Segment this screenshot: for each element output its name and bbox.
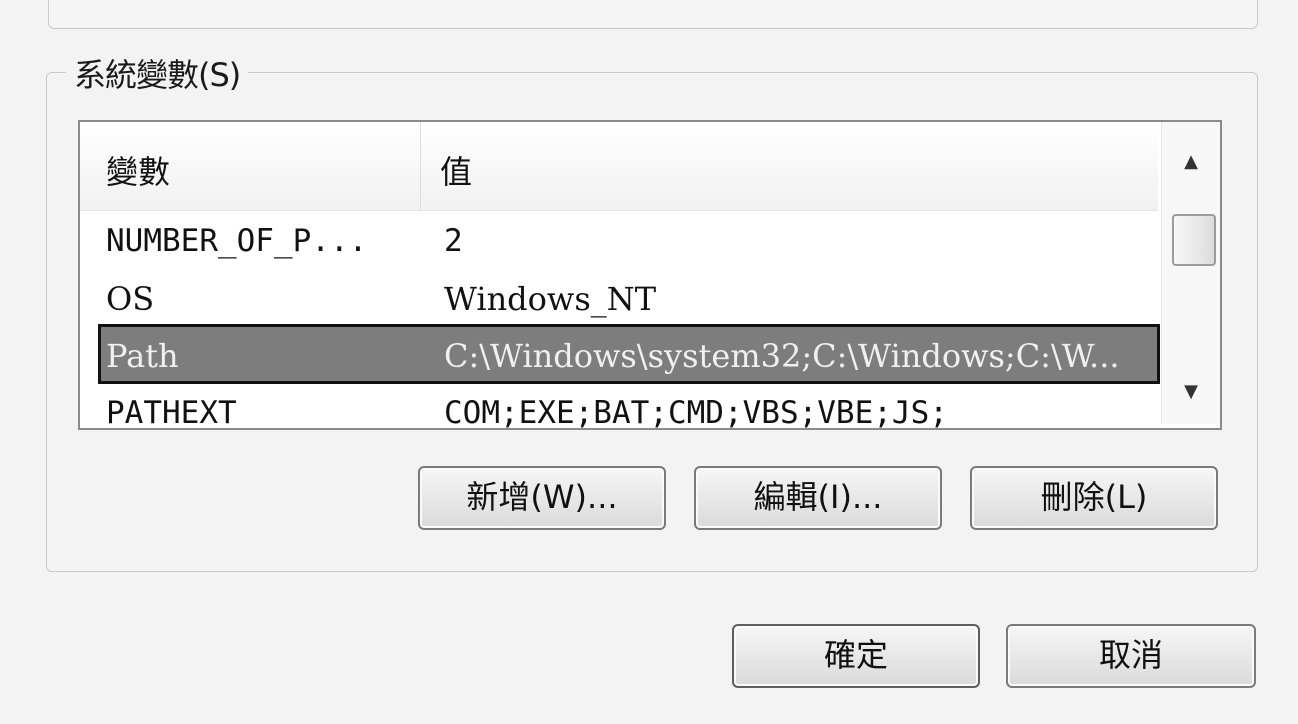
user-variables-panel-edge xyxy=(48,0,1258,29)
variable-value-cell: 2 xyxy=(444,223,463,259)
variable-name-cell: OS xyxy=(106,280,155,318)
cancel-button[interactable]: 取消 xyxy=(1006,624,1256,688)
variable-name-cell: Path xyxy=(106,337,179,375)
list-header: 變數 值 xyxy=(80,122,1158,211)
system-variables-list[interactable]: 變數 值 NUMBER_OF_P... 2 OS Windows_NT Path… xyxy=(78,120,1222,430)
variable-name-cell: PATHEXT xyxy=(106,395,237,430)
variable-value-cell: COM;EXE;BAT;CMD;VBS;VBE;JS; xyxy=(444,395,948,430)
chevron-up-icon[interactable]: ▲ xyxy=(1162,142,1220,182)
delete-variable-button[interactable]: 刪除(L) xyxy=(970,466,1218,530)
table-row[interactable]: NUMBER_OF_P... 2 xyxy=(80,212,1158,270)
vertical-scrollbar[interactable]: ▲ ▼ xyxy=(1161,122,1220,424)
system-variables-title: 系統變數(S) xyxy=(66,50,249,96)
column-divider[interactable] xyxy=(420,122,421,210)
table-row[interactable]: PATHEXT COM;EXE;BAT;CMD;VBS;VBE;JS; xyxy=(80,384,1158,430)
chevron-down-icon[interactable]: ▼ xyxy=(1162,372,1220,412)
variable-name-cell: NUMBER_OF_P... xyxy=(106,223,368,259)
new-variable-button[interactable]: 新增(W)... xyxy=(418,466,666,530)
column-header-variable[interactable]: 變數 xyxy=(106,122,170,210)
table-row-selected[interactable]: Path C:\Windows\system32;C:\Windows;C:\W… xyxy=(98,324,1160,384)
ok-button[interactable]: 確定 xyxy=(732,624,980,688)
table-row[interactable]: OS Windows_NT xyxy=(80,270,1158,328)
edit-variable-button[interactable]: 編輯(I)... xyxy=(694,466,942,530)
scroll-thumb[interactable] xyxy=(1172,214,1216,266)
variable-value-cell: C:\Windows\system32;C:\Windows;C:\W... xyxy=(444,337,1120,375)
column-header-value[interactable]: 值 xyxy=(440,122,472,210)
variable-value-cell: Windows_NT xyxy=(444,280,657,318)
